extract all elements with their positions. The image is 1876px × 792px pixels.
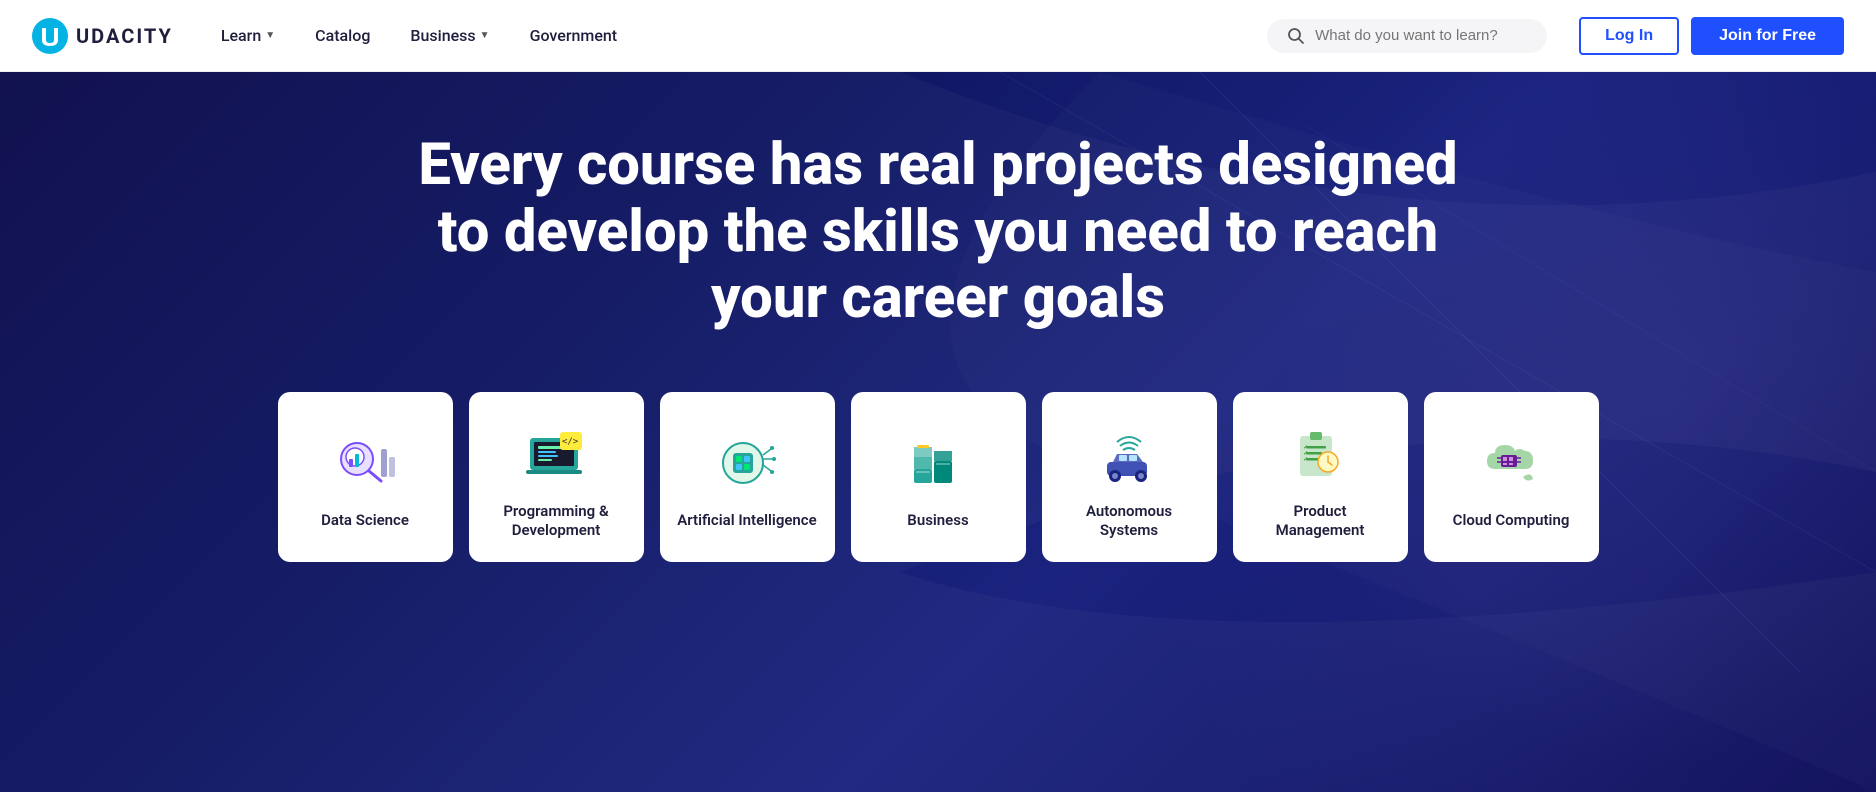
nav-item-catalog[interactable]: Catalog (299, 18, 386, 53)
svg-text:✓: ✓ (1303, 456, 1308, 463)
category-card-data-science[interactable]: Data Science (278, 392, 453, 562)
udacity-logo-icon (32, 18, 68, 54)
nav-buttons: Log In Join for Free (1579, 17, 1844, 55)
navbar: UDACITY Learn ▼ Catalog Business ▼ Gover… (0, 0, 1876, 72)
hero-section: Every course has real projects designed … (0, 72, 1876, 792)
search-icon (1287, 27, 1305, 45)
data-science-icon (329, 427, 401, 499)
category-label-product: Product Management (1249, 502, 1392, 541)
search-area[interactable] (1267, 19, 1547, 53)
logo-text: UDACITY (76, 24, 173, 48)
logo[interactable]: UDACITY (32, 18, 173, 54)
svg-text:</>: </> (562, 437, 579, 447)
ai-icon (711, 427, 783, 499)
category-label-ai: Artificial Intelligence (677, 511, 816, 531)
search-input[interactable] (1315, 27, 1527, 44)
cloud-icon (1475, 427, 1547, 499)
product-icon: ✓ ✓ ✓ (1284, 418, 1356, 490)
category-cards: Data Science </> (278, 392, 1599, 562)
login-button[interactable]: Log In (1579, 17, 1679, 55)
category-card-product[interactable]: ✓ ✓ ✓ Product Management (1233, 392, 1408, 562)
category-card-programming[interactable]: </> Programming & Development (469, 392, 644, 562)
category-label-cloud: Cloud Computing (1453, 511, 1570, 531)
nav-item-learn[interactable]: Learn ▼ (205, 18, 291, 53)
autonomous-icon (1093, 418, 1165, 490)
programming-icon: </> (520, 418, 592, 490)
chevron-down-icon: ▼ (480, 30, 490, 41)
chevron-down-icon: ▼ (265, 30, 275, 41)
category-card-business[interactable]: Business (851, 392, 1026, 562)
nav-item-business[interactable]: Business ▼ (394, 18, 505, 53)
join-button[interactable]: Join for Free (1691, 17, 1844, 55)
nav-links: Learn ▼ Catalog Business ▼ Government (205, 18, 1251, 53)
category-label-business: Business (907, 511, 968, 531)
category-card-autonomous[interactable]: Autonomous Systems (1042, 392, 1217, 562)
category-label-autonomous: Autonomous Systems (1058, 502, 1201, 541)
category-label-programming: Programming & Development (485, 502, 628, 541)
hero-title: Every course has real projects designed … (388, 132, 1488, 332)
category-label-data-science: Data Science (321, 511, 409, 531)
nav-item-government[interactable]: Government (514, 18, 634, 53)
category-card-cloud[interactable]: Cloud Computing (1424, 392, 1599, 562)
business-icon (902, 427, 974, 499)
category-card-ai[interactable]: Artificial Intelligence (660, 392, 835, 562)
